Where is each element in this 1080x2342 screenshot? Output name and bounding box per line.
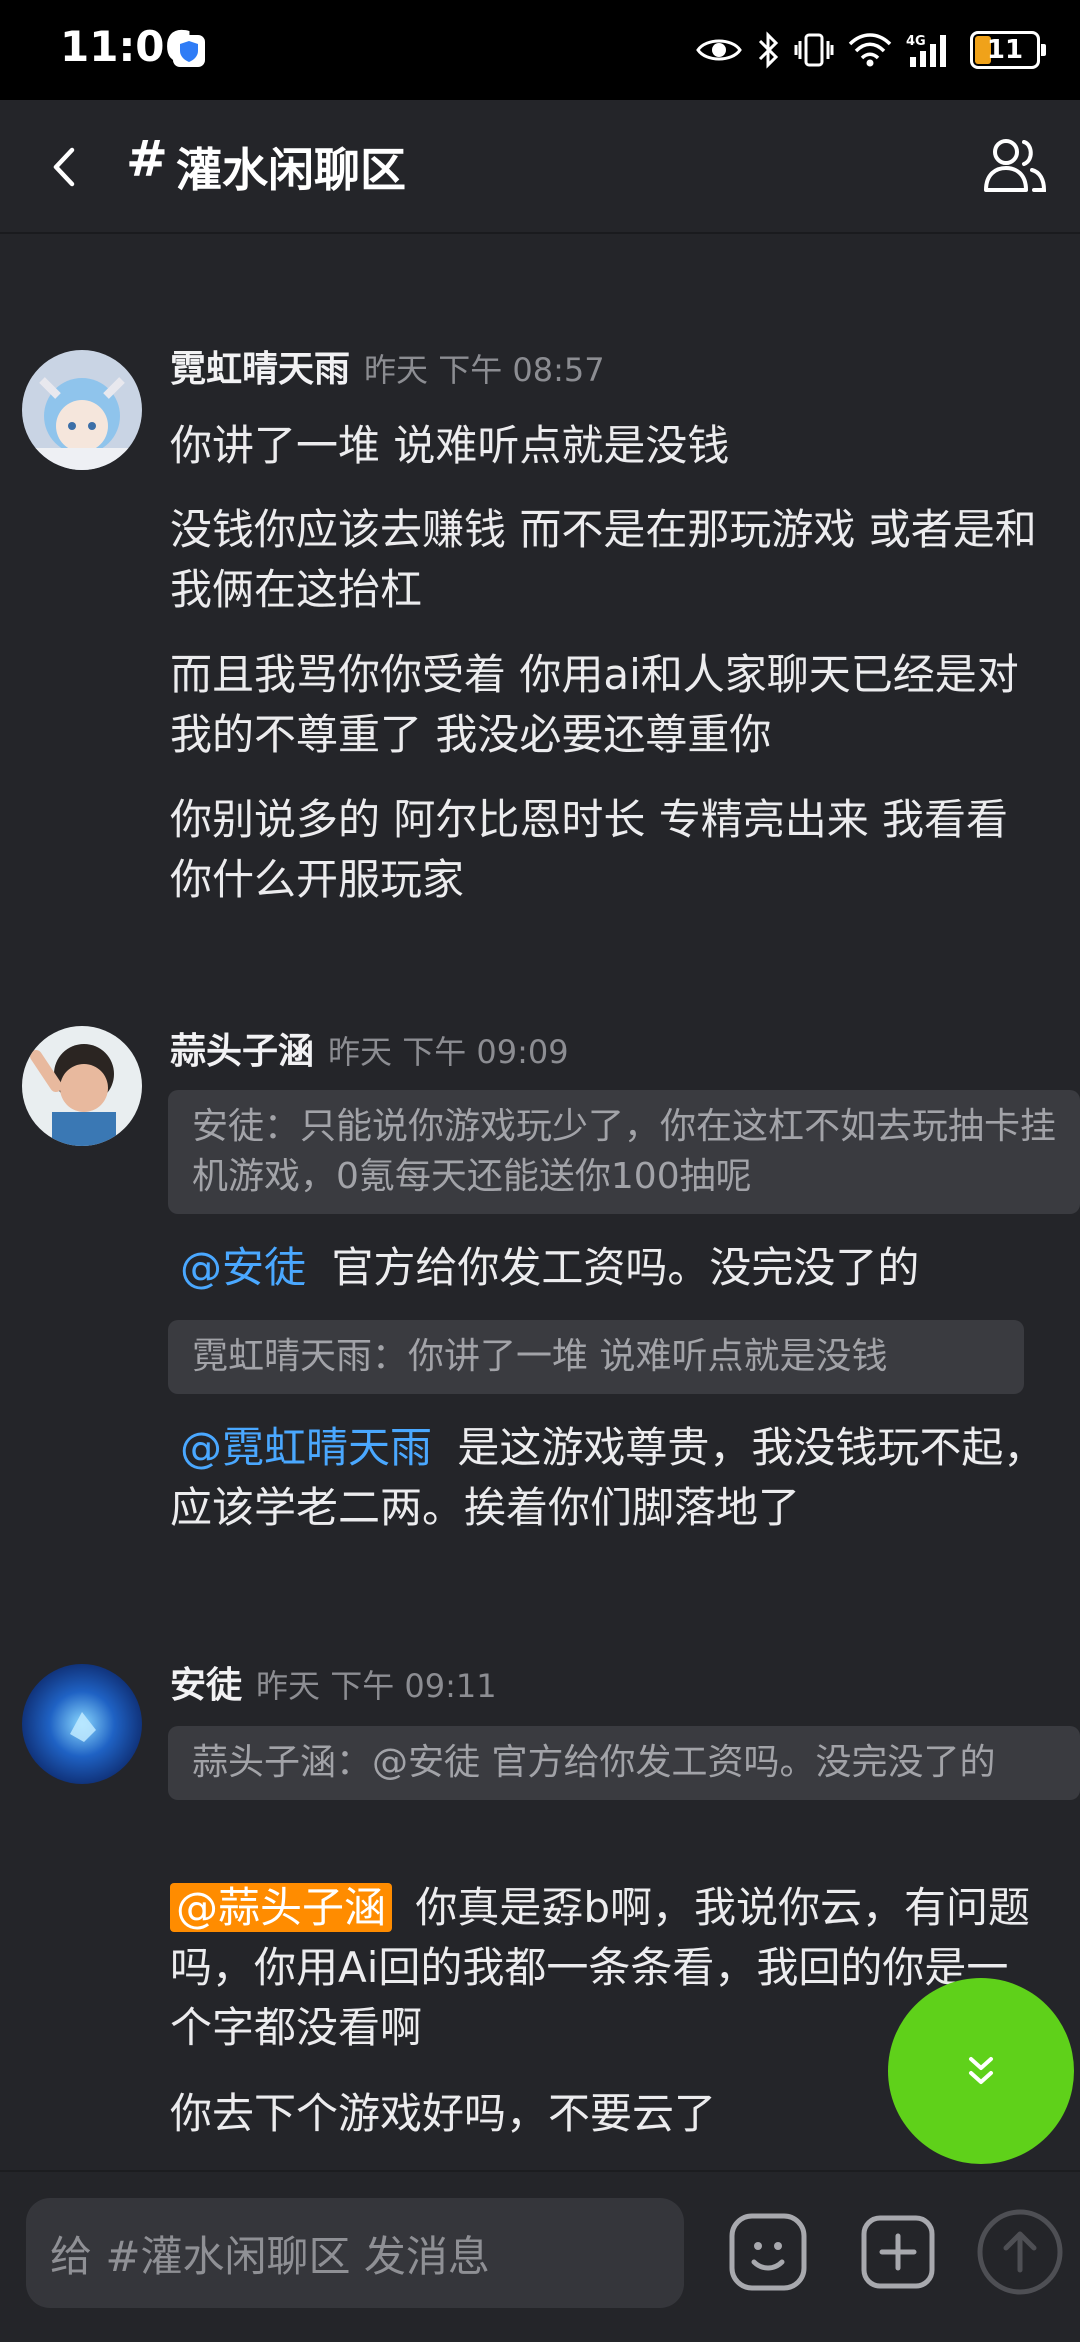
message-text: @霓虹晴天雨 是这游戏尊贵，我没钱玩不起，应该学老二两。挨着你们脚落地了 <box>170 1418 1050 1538</box>
author-name[interactable]: 霓虹晴天雨 <box>170 340 350 392</box>
channel-header: # 灌水闲聊区 <box>0 100 1080 234</box>
message-header: 蒜头子涵 昨天 下午 09:09 <box>170 1022 569 1074</box>
avatar[interactable] <box>22 350 142 470</box>
message-input[interactable]: 给 #灌水闲聊区 发消息 <box>26 2198 684 2308</box>
back-arrow-icon[interactable] <box>30 132 100 202</box>
message-header: 霓虹晴天雨 昨天 下午 08:57 <box>170 340 605 392</box>
battery-icon: 11 <box>970 31 1046 69</box>
avatar[interactable] <box>22 1026 142 1146</box>
double-chevron-down-icon <box>969 2057 993 2084</box>
mention-link[interactable]: @蒜头子涵 <box>170 1883 393 1932</box>
message-text: 而且我骂你你受着 你用ai和人家聊天已经是对我的不尊重了 我没必要还尊重你 <box>170 650 1019 759</box>
battery-level: 11 <box>986 35 1024 65</box>
author-name[interactable]: 蒜头子涵 <box>170 1022 314 1074</box>
message-body: 官方给你发工资吗。没完没了的 <box>331 1243 920 1292</box>
message-composer: 给 #灌水闲聊区 发消息 <box>0 2170 1080 2342</box>
members-icon[interactable] <box>980 134 1050 198</box>
timestamp: 昨天 下午 08:57 <box>364 351 605 389</box>
author-name[interactable]: 安徒 <box>170 1656 242 1708</box>
vibrate-icon <box>794 33 834 67</box>
shield-icon <box>173 35 205 67</box>
reply-quote[interactable]: 安徒：只能说你游戏玩少了，你在这杠不如去玩抽卡挂机游戏，0氪每天还能送你100抽… <box>168 1090 1080 1214</box>
eye-icon <box>696 39 742 61</box>
channel-hash-icon: # <box>126 130 168 188</box>
channel-title: 灌水闲聊区 <box>176 143 406 197</box>
mention-link[interactable]: @安徒 <box>180 1243 306 1292</box>
scroll-to-bottom-button[interactable] <box>888 1978 1074 2164</box>
signal-icon: 4G <box>906 34 946 67</box>
message-header: 安徒 昨天 下午 09:11 <box>170 1656 497 1708</box>
send-icon[interactable] <box>976 2208 1064 2296</box>
mention-link[interactable]: @霓虹晴天雨 <box>180 1423 432 1472</box>
reply-quote[interactable]: 霓虹晴天雨：你讲了一堆 说难听点就是没钱 <box>168 1320 1024 1394</box>
svg-text:4G: 4G <box>906 34 926 49</box>
plus-icon[interactable] <box>858 2212 938 2292</box>
timestamp: 昨天 下午 09:09 <box>328 1033 569 1071</box>
status-bar: 11:06 4G 11 <box>0 0 1080 100</box>
reply-quote[interactable]: 蒜头子涵：@安徒 官方给你发工资吗。没完没了的 <box>168 1726 1080 1800</box>
timestamp: 昨天 下午 09:11 <box>256 1667 497 1705</box>
message-input-placeholder: 给 #灌水闲聊区 发消息 <box>50 2231 490 2281</box>
wifi-icon <box>848 33 892 67</box>
status-icons: 4G 11 <box>696 22 1046 78</box>
message-text: 你别说多的 阿尔比恩时长 专精亮出来 我看看你什么开服玩家 <box>170 795 1009 904</box>
bluetooth-icon <box>758 31 779 69</box>
message-text: 没钱你应该去赚钱 而不是在那玩游戏 或者是和我俩在这抬杠 <box>170 505 1037 614</box>
emoji-icon[interactable] <box>726 2210 810 2294</box>
message-text: 你讲了一堆 说难听点就是没钱 <box>170 421 730 470</box>
message-text: @安徒 官方给你发工资吗。没完没了的 <box>170 1238 1040 1298</box>
avatar[interactable] <box>22 1664 142 1784</box>
